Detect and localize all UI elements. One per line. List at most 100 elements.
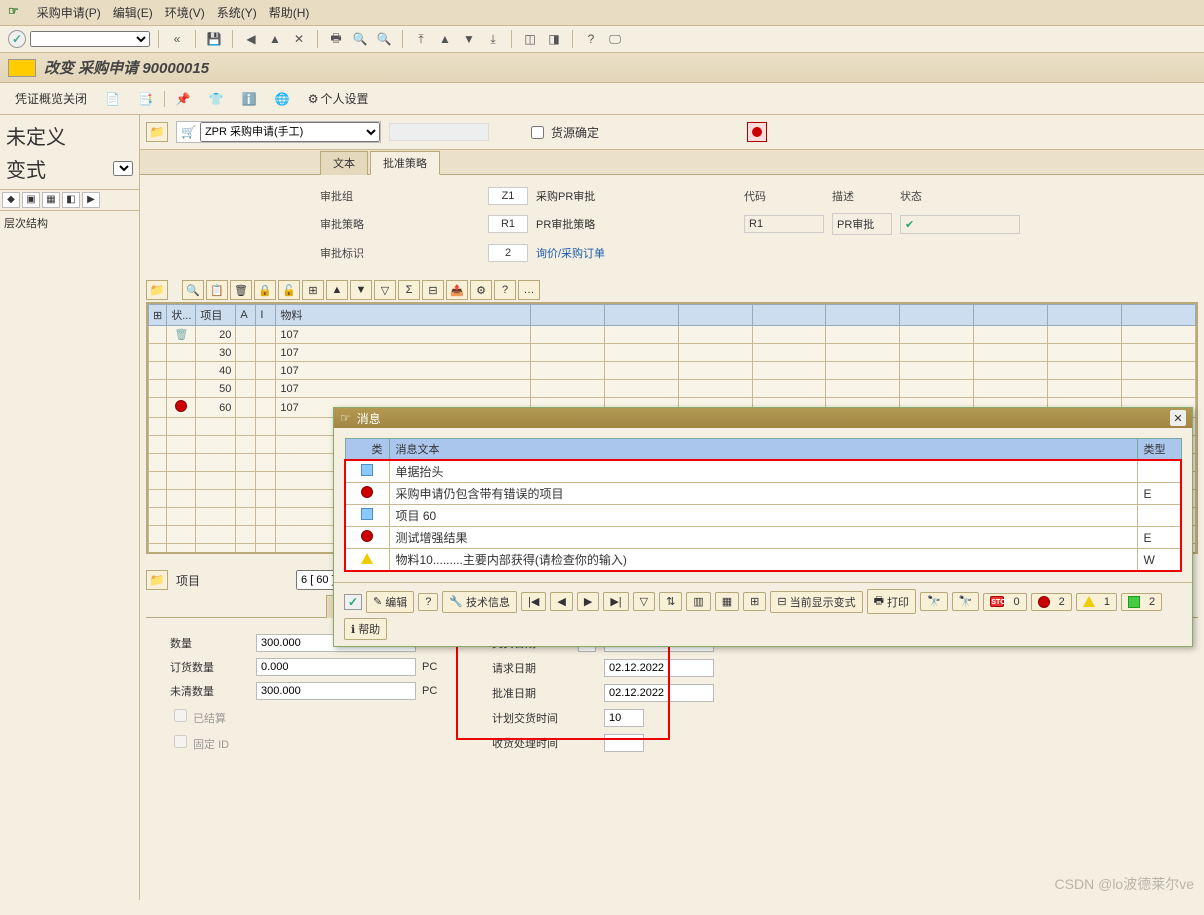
table-row[interactable]: 30107	[149, 344, 1196, 362]
message-row[interactable]: 项目 60	[345, 505, 1181, 527]
grid-sort-asc-icon[interactable]: ▲	[326, 280, 348, 300]
other-pr-icon[interactable]: 📑	[131, 89, 160, 109]
col-select[interactable]: ⊞	[149, 305, 167, 326]
exit-arrow-icon[interactable]: ▲	[265, 30, 285, 48]
dialog-sel-icon[interactable]: ▦	[715, 592, 739, 611]
grid-expand-button[interactable]: 📁	[146, 280, 168, 300]
grid-export-icon[interactable]: 📤	[446, 280, 468, 300]
new-session-icon[interactable]: ◫	[520, 30, 540, 48]
col-status[interactable]: 状...	[167, 305, 196, 326]
dialog-warn-count[interactable]: 1	[1076, 593, 1117, 611]
info-icon[interactable]: ℹ️	[235, 89, 264, 109]
save-icon[interactable]: 💾	[204, 30, 224, 48]
grid-detail-icon[interactable]: ⊞	[302, 280, 324, 300]
dialog-q-button[interactable]: ?	[418, 593, 438, 611]
fld-appr-date[interactable]	[604, 684, 714, 702]
message-row[interactable]: 物料10.........主要内部获得(请检查你的输入)W	[345, 549, 1181, 572]
variant-dropdown[interactable]	[113, 161, 133, 176]
env-icon[interactable]: 🌐	[268, 89, 297, 109]
sidebar-btn2[interactable]: ▣	[22, 192, 40, 208]
tab-text[interactable]: 文本	[320, 151, 368, 175]
dialog-variant-button[interactable]: ⊟当前显示变式	[770, 591, 862, 613]
sidebar-btn4[interactable]: ◧	[62, 192, 80, 208]
sidebar-btn3[interactable]: ▦	[42, 192, 60, 208]
menu-pr[interactable]: 采购申请(P)	[37, 4, 101, 21]
dialog-error-count[interactable]: 2	[1031, 593, 1072, 611]
fld-gr-time[interactable]	[604, 734, 644, 752]
grid-filter-icon[interactable]: ▽	[374, 280, 396, 300]
menu-sys[interactable]: 系统(Y)	[217, 4, 257, 21]
fld-plan-time[interactable]	[604, 709, 644, 727]
cancel-icon[interactable]: ✕	[289, 30, 309, 48]
dialog-col-icon[interactable]: ▥	[686, 592, 710, 611]
grid-lock-icon[interactable]: 🔒	[254, 280, 276, 300]
fld-open-qty[interactable]	[256, 682, 416, 700]
sidebar-btn5[interactable]: ▶	[82, 192, 100, 208]
create-icon[interactable]: 📄	[98, 89, 127, 109]
find-icon[interactable]: 🔍	[350, 30, 370, 48]
fld-ord-qty[interactable]	[256, 658, 416, 676]
dialog-help-button[interactable]: ℹ帮助	[344, 618, 387, 640]
col-item[interactable]: 项目	[196, 305, 236, 326]
doc-type-select[interactable]: ZPR 采购申请(手工)	[200, 122, 380, 142]
fld-req-date[interactable]	[604, 659, 714, 677]
doc-expand-button[interactable]: 📁	[146, 122, 168, 142]
grid-delete-icon[interactable]: 🗑	[230, 280, 252, 300]
dialog-prev-icon[interactable]: ◀	[550, 592, 572, 611]
msg-col-text[interactable]: 消息文本	[389, 439, 1137, 461]
menu-env[interactable]: 环境(V)	[165, 4, 205, 21]
check-icon[interactable]: 👕	[202, 89, 231, 109]
dialog-tech-button[interactable]: 🔧技术信息	[442, 591, 517, 613]
menu-help[interactable]: 帮助(H)	[269, 4, 310, 21]
table-row[interactable]: 🗑20107	[149, 326, 1196, 344]
docoverview-close-button[interactable]: 凭证概览关闭	[8, 87, 94, 110]
grid-settings-icon[interactable]: ⚙	[470, 280, 492, 300]
first-page-icon[interactable]: ⤒	[411, 30, 431, 48]
dialog-ok-button[interactable]: ✓	[344, 594, 362, 610]
message-row[interactable]: 测试增强结果E	[345, 527, 1181, 549]
dialog-filter-icon[interactable]: ▽	[633, 592, 655, 611]
sidebar-btn1[interactable]: ◆	[2, 192, 20, 208]
shortcut-icon[interactable]: ◨	[544, 30, 564, 48]
msg-col-class[interactable]: 类	[345, 439, 389, 461]
find-next-icon[interactable]: 🔍	[374, 30, 394, 48]
last-page-icon[interactable]: ⤓	[483, 30, 503, 48]
dialog-stop-count[interactable]: STOP 0	[983, 593, 1026, 611]
grid-find-icon[interactable]: 🔍	[182, 280, 204, 300]
command-field[interactable]	[30, 31, 150, 47]
table-row[interactable]: 40107	[149, 362, 1196, 380]
dialog-layout-icon[interactable]: ⊞	[743, 592, 766, 611]
next-page-icon[interactable]: ▼	[459, 30, 479, 48]
col-material[interactable]: 物料	[276, 305, 531, 326]
dialog-binoc2-icon[interactable]: 🔭	[952, 592, 980, 611]
grid-layout-icon[interactable]: ⊟	[422, 280, 444, 300]
dialog-first-icon[interactable]: |◀	[521, 592, 546, 611]
layout-icon[interactable]: 🖵	[605, 30, 625, 48]
grid-copy-icon[interactable]: 📋	[206, 280, 228, 300]
menu-edit[interactable]: 编辑(E)	[113, 4, 153, 21]
help-icon[interactable]: ?	[581, 30, 601, 48]
dialog-info-count[interactable]: 2	[1121, 593, 1162, 611]
col-i[interactable]: I	[256, 305, 276, 326]
table-row[interactable]: 50107	[149, 380, 1196, 398]
back-arrow-icon[interactable]: ◀	[241, 30, 261, 48]
grid-more-icon[interactable]: …	[518, 280, 540, 300]
message-row[interactable]: 单据抬头	[345, 460, 1181, 483]
print-icon[interactable]: 🖶	[326, 30, 346, 48]
dialog-binoc-icon[interactable]: 🔭	[920, 592, 948, 611]
dialog-sort-icon[interactable]: ⇅	[659, 592, 682, 611]
link-release[interactable]: 询价/采购订单	[536, 245, 736, 261]
dialog-last-icon[interactable]: ▶|	[603, 592, 628, 611]
dialog-next-icon[interactable]: ▶	[577, 592, 599, 611]
grid-sum-icon[interactable]: Σ	[398, 280, 420, 300]
back-icon[interactable]: «	[167, 30, 187, 48]
col-a[interactable]: A	[236, 305, 256, 326]
item-expand-button[interactable]: 📁	[146, 570, 168, 590]
msg-col-type[interactable]: 类型	[1137, 439, 1181, 461]
prev-page-icon[interactable]: ▲	[435, 30, 455, 48]
ok-button[interactable]: ✓	[8, 30, 26, 48]
dialog-print-button[interactable]: 🖶打印	[867, 589, 916, 614]
grid-help-icon[interactable]: ?	[494, 280, 516, 300]
message-row[interactable]: 采购申请仍包含带有错误的项目E	[345, 483, 1181, 505]
tab-release-strategy[interactable]: 批准策略	[370, 151, 440, 175]
